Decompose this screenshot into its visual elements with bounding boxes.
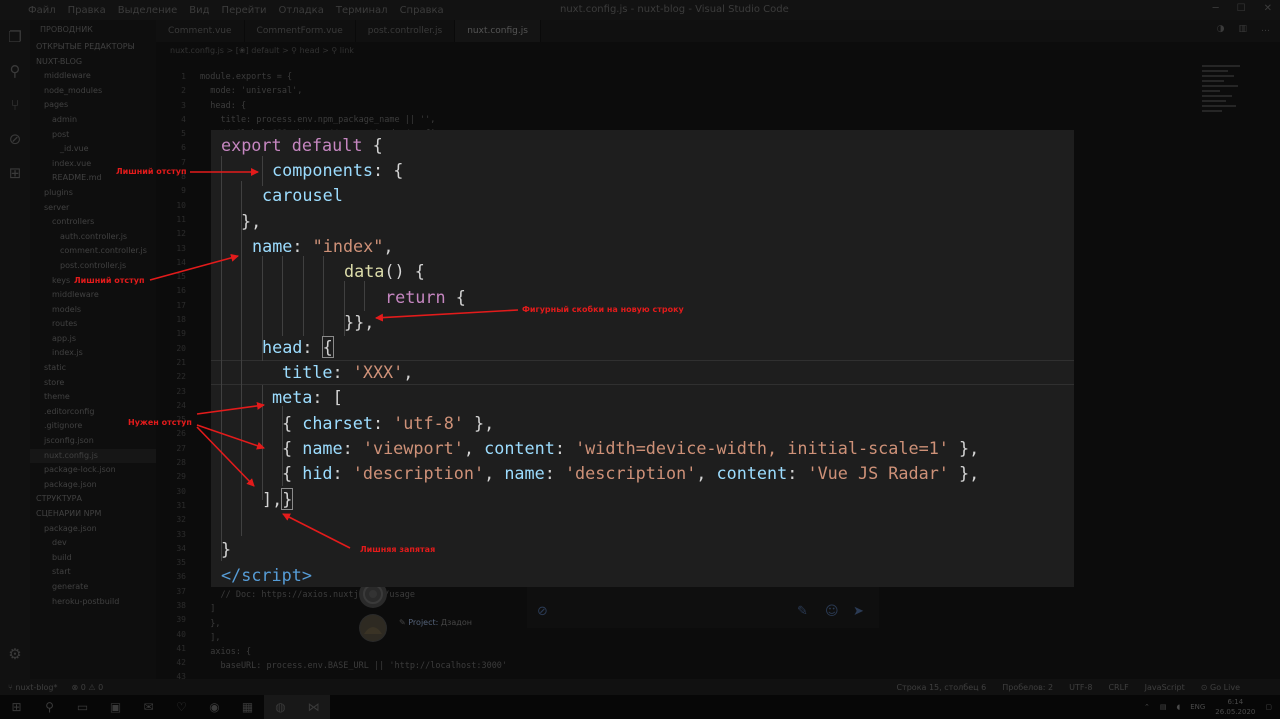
annotation-brace-newline: Фигурный скобки на новую строку [522,305,684,314]
system-tray: ⌃ ▤ ◖ ENG 6:14 26.05.2020 ▢ [1144,697,1272,717]
arrow-extra-comma [282,513,351,549]
eol-status[interactable]: CRLF [1108,683,1128,692]
mail-icon[interactable]: ✉ [132,695,165,719]
browser-icon[interactable]: ◉ [198,695,231,719]
annotation-extra-comma: Лишняя запятая [360,545,436,554]
shield-icon[interactable]: ♡ [165,695,198,719]
chevron-up-icon[interactable]: ⌃ [1144,703,1150,711]
arrow-need-indent-a [196,401,265,415]
chat-app-icon[interactable]: ◍ [264,695,297,719]
status-bar: ⑂ nuxt-blog* ⊗ 0 ⚠ 0 Строка 15, столбец … [0,679,1280,695]
volume-icon[interactable]: ◖ [1176,703,1180,711]
store-icon[interactable]: ▣ [99,695,132,719]
folder-icon[interactable]: ▭ [66,695,99,719]
search-icon[interactable]: ⚲ [33,695,66,719]
encoding-status[interactable]: UTF-8 [1069,683,1092,692]
arrow-brace-newline [375,309,519,322]
language-mode[interactable]: JavaScript [1145,683,1185,692]
calculator-icon[interactable]: ▦ [231,695,264,719]
annotation-extra-indent-1: Лишний отступ [116,167,187,176]
indentation-status[interactable]: Пробелов: 2 [1002,683,1053,692]
problems-status[interactable]: ⊗ 0 ⚠ 0 [72,683,104,692]
notifications-icon[interactable]: ▢ [1265,703,1272,711]
git-branch-status[interactable]: ⑂ nuxt-blog* [8,683,58,692]
network-icon[interactable]: ▤ [1160,703,1167,711]
go-live-button[interactable]: ⊙ Go Live [1201,683,1240,692]
annotation-extra-indent-2: Лишний отступ [74,276,145,285]
arrow-need-indent-c [196,426,255,487]
annotation-arrows [149,168,519,549]
vscode-icon[interactable]: ⋈ [297,695,330,719]
taskbar: ⊞ ⚲ ▭ ▣ ✉ ♡ ◉ ▦ ◍ ⋈ ⌃ ▤ ◖ ENG 6:14 26.05… [0,695,1280,719]
windows-start-icon[interactable]: ⊞ [0,695,33,719]
language-indicator[interactable]: ENG [1190,703,1205,711]
annotation-need-indent: Нужен отступ [128,418,192,427]
clock[interactable]: 6:14 26.05.2020 [1215,697,1255,717]
arrow-extra-indent-2 [149,253,239,281]
cursor-position[interactable]: Строка 15, столбец 6 [896,683,986,692]
